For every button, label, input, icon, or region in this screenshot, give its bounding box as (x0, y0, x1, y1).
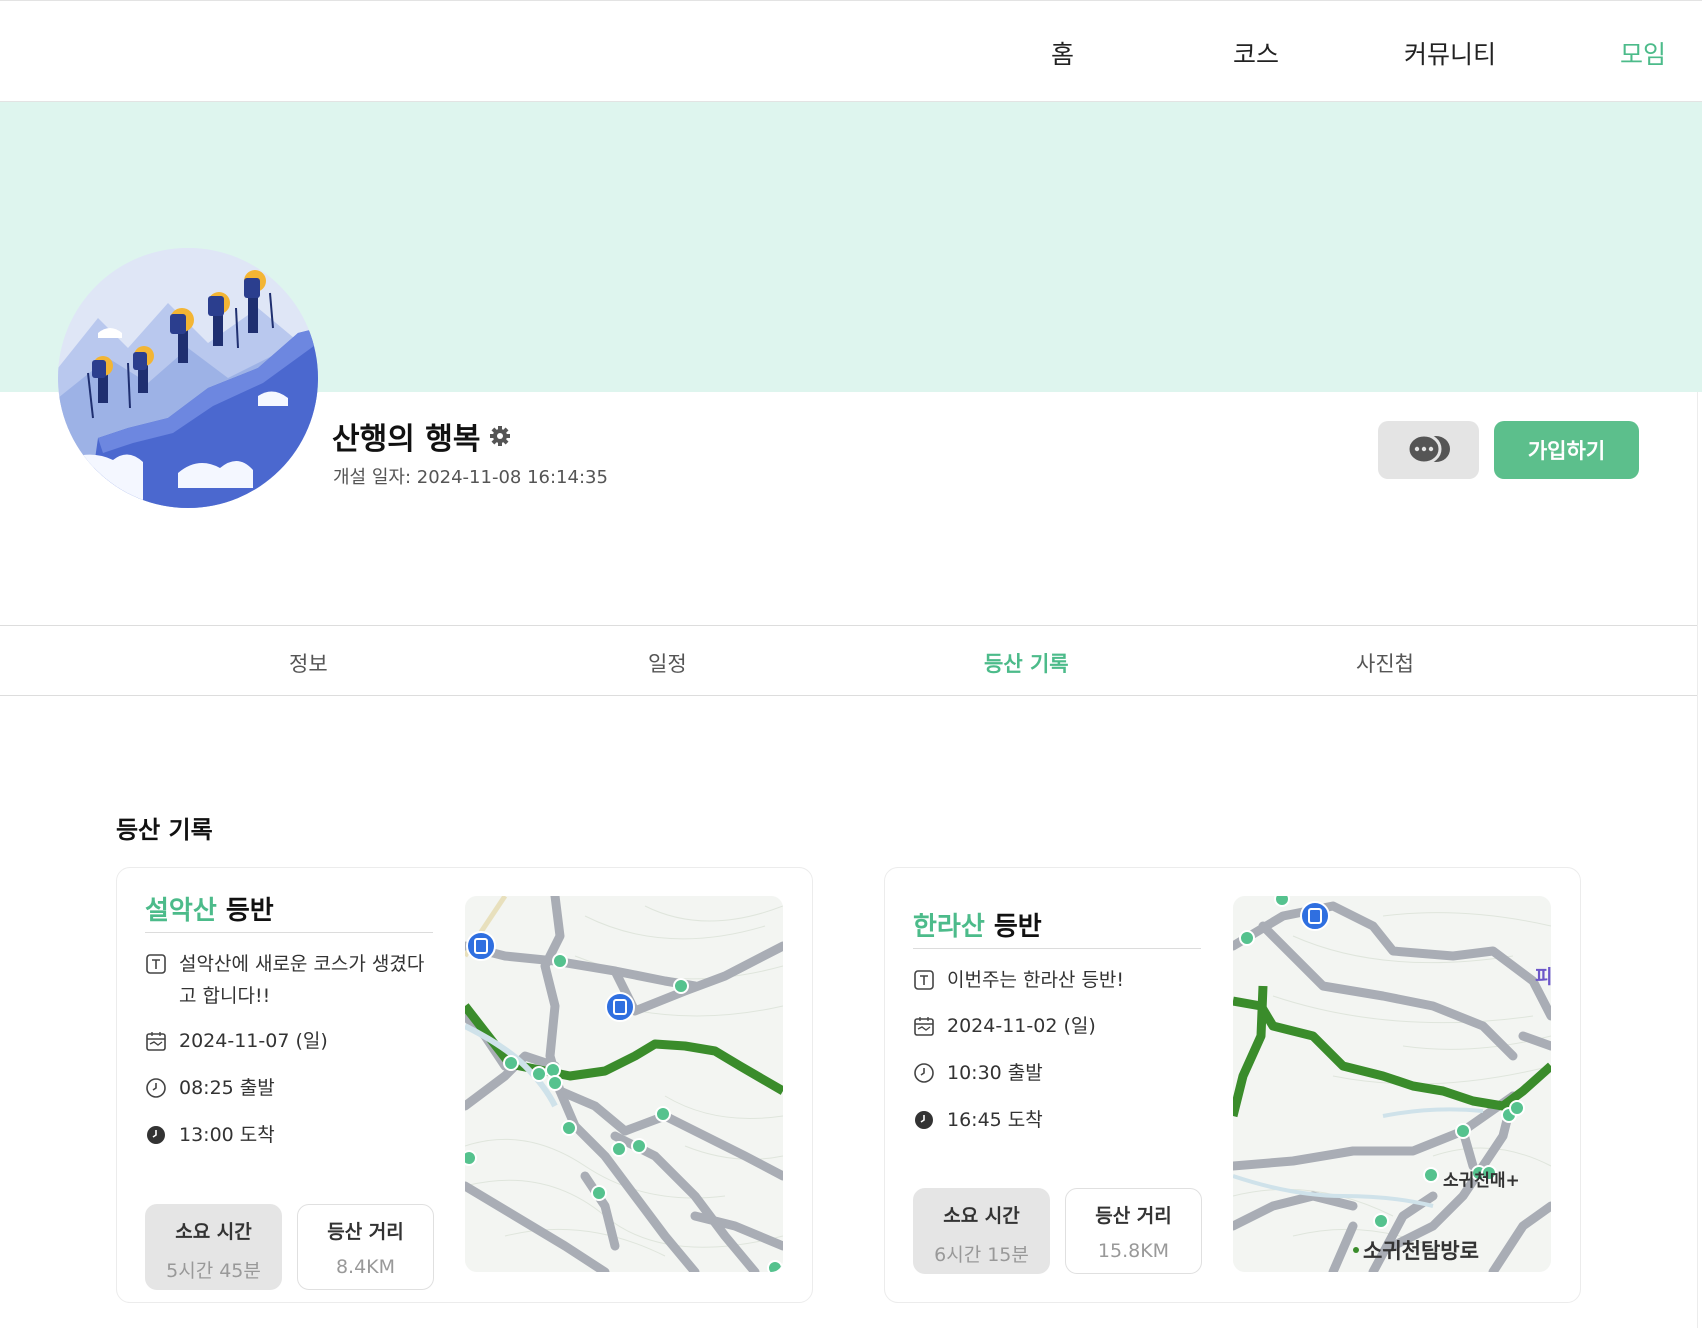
arrive-text: 13:00 도착 (179, 1124, 275, 1146)
club-tabs: 정보 일정 등산 기록 사진첩 (0, 625, 1697, 696)
record-depart: 08:25 출발 (145, 1072, 275, 1104)
club-title-row: 산행의 행복 (332, 414, 512, 458)
depart-text: 08:25 출발 (179, 1077, 275, 1099)
record-description: 이번주는 한라산 등반! (913, 964, 1197, 996)
map-label: 피 (1535, 966, 1551, 988)
map-label: 소귀천매+ (1443, 1171, 1520, 1191)
description-text: 이번주는 한라산 등반! (947, 969, 1125, 991)
calendar-icon (146, 1032, 166, 1051)
text-icon (914, 970, 934, 990)
record-date: 2024-11-02 (일) (913, 1010, 1096, 1042)
nav-meetup[interactable]: 모임 (1620, 35, 1666, 71)
section-title: 등산 기록 (116, 816, 213, 844)
join-button[interactable]: 가입하기 (1494, 421, 1639, 479)
hikers-illustration (58, 248, 318, 508)
tab-photo-album[interactable]: 사진첩 (1356, 648, 1414, 678)
duration-stat[interactable]: 소요 시간 5시간 45분 (145, 1204, 282, 1290)
duration-label: 소요 시간 (943, 1205, 1020, 1227)
nav-home[interactable]: 홈 (1051, 35, 1074, 71)
gear-icon[interactable] (488, 424, 512, 448)
map-label: 소귀천탐방로 (1363, 1239, 1479, 1263)
created-value: 2024-11-08 16:14:35 (416, 467, 608, 488)
clock-filled-icon (915, 1111, 933, 1129)
description-text: 설악산에 새로운 코스가 생겼다고 합니다!! (179, 953, 425, 1007)
duration-value: 5시간 45분 (166, 1260, 261, 1282)
distance-label: 등산 거리 (1095, 1205, 1172, 1227)
record-mountain: 설악산 (145, 896, 217, 926)
distance-label: 등산 거리 (327, 1221, 404, 1243)
record-description: 설악산에 새로운 코스가 생겼다고 합니다!! (145, 948, 429, 1012)
nav-course[interactable]: 코스 (1233, 35, 1279, 71)
created-date: 개설 일자: 2024-11-08 16:14:35 (333, 463, 608, 489)
route-map[interactable]: 소귀천탐방로 소귀천매+ 피 (1233, 896, 1551, 1272)
route-map[interactable] (465, 896, 783, 1272)
divider (145, 932, 433, 933)
record-title: 한라산 등반 (913, 906, 1042, 943)
record-title: 설악산 등반 (145, 890, 274, 927)
distance-value: 15.8KM (1097, 1240, 1170, 1262)
date-text: 2024-11-07 (일) (179, 1030, 328, 1052)
created-label: 개설 일자: (333, 467, 417, 488)
duration-label: 소요 시간 (175, 1221, 252, 1243)
nav-community[interactable]: 커뮤니티 (1404, 35, 1496, 71)
club-name: 산행의 행복 (332, 422, 481, 457)
tab-schedule[interactable]: 일정 (648, 648, 687, 678)
distance-stat[interactable]: 등산 거리 8.4KM (297, 1204, 434, 1290)
date-text: 2024-11-02 (일) (947, 1015, 1096, 1037)
tab-info[interactable]: 정보 (289, 648, 328, 678)
tab-hiking-records[interactable]: 등산 기록 (984, 648, 1069, 678)
text-icon (146, 954, 166, 974)
record-arrive: 13:00 도착 (145, 1119, 275, 1151)
record-title-suffix: 등반 (984, 912, 1042, 942)
chat-bubbles-icon (1406, 433, 1450, 465)
clock-filled-icon (147, 1126, 165, 1144)
record-mountain: 한라산 (913, 912, 985, 942)
calendar-icon (914, 1017, 934, 1036)
record-title-suffix: 등반 (216, 896, 274, 926)
record-date: 2024-11-07 (일) (145, 1025, 328, 1057)
route-map-image: 소귀천탐방로 소귀천매+ 피 (1233, 896, 1551, 1272)
distance-value: 8.4KM (335, 1256, 396, 1278)
clock-outline-icon (914, 1063, 934, 1083)
record-card[interactable]: 한라산 등반 이번주는 한라산 등반! 2024-11-02 (일) 10:30… (884, 867, 1581, 1303)
duration-value: 6시간 15분 (934, 1244, 1029, 1266)
divider (1697, 392, 1698, 1328)
divider (913, 948, 1201, 949)
record-arrive: 16:45 도착 (913, 1104, 1043, 1136)
depart-text: 10:30 출발 (947, 1062, 1043, 1084)
duration-stat[interactable]: 소요 시간 6시간 15분 (913, 1188, 1050, 1274)
record-card[interactable]: 설악산 등반 설악산에 새로운 코스가 생겼다고 합니다!! 2024-11-0… (116, 867, 813, 1303)
clock-outline-icon (146, 1078, 166, 1098)
map-pin-icon (1300, 901, 1330, 931)
arrive-text: 16:45 도착 (947, 1109, 1043, 1131)
club-avatar (58, 248, 318, 508)
route-map-image (465, 896, 783, 1272)
distance-stat[interactable]: 등산 거리 15.8KM (1065, 1188, 1202, 1274)
top-navigation: 홈 코스 커뮤니티 모임 (0, 0, 1702, 102)
record-depart: 10:30 출발 (913, 1057, 1043, 1089)
chat-button[interactable] (1378, 421, 1479, 479)
